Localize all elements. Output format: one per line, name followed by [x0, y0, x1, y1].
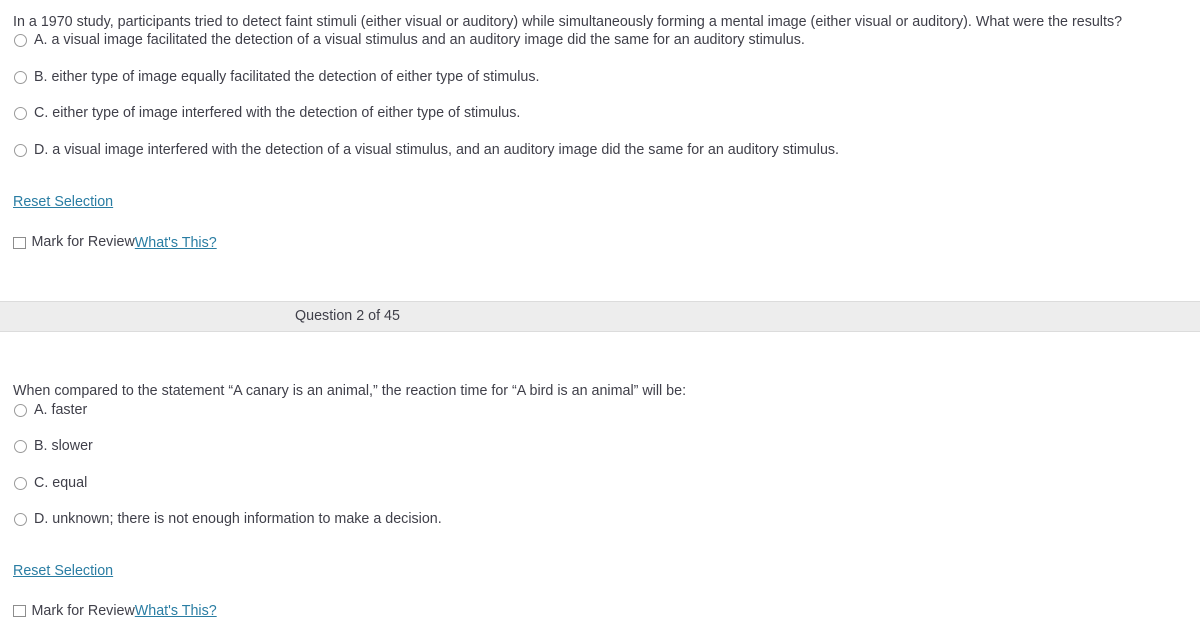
radio-option-a[interactable]	[14, 34, 27, 48]
reset-selection-row: Reset Selection	[0, 194, 1200, 210]
reset-selection-link[interactable]: Reset Selection	[13, 194, 113, 210]
option-row-d[interactable]: D. unknown; there is not enough informat…	[0, 510, 1200, 547]
question-block-2: When compared to the statement “A canary…	[0, 332, 1200, 619]
options-list: A. a visual image facilitated the detect…	[0, 31, 1200, 177]
options-list: A. faster B. slower C. equal D. unknown;…	[0, 401, 1200, 547]
option-row-d[interactable]: D. a visual image interfered with the de…	[0, 141, 1200, 178]
radio-option-a[interactable]	[14, 403, 27, 417]
mark-for-review-checkbox[interactable]	[13, 604, 26, 618]
option-label-d: D. unknown; there is not enough informat…	[34, 511, 442, 528]
option-label-a: A. a visual image facilitated the detect…	[34, 32, 805, 49]
reset-selection-link[interactable]: Reset Selection	[13, 563, 113, 579]
option-row-b[interactable]: B. either type of image equally facilita…	[0, 68, 1200, 105]
whats-this-link[interactable]: What's This?	[135, 603, 217, 619]
question-stem: When compared to the statement “A canary…	[13, 383, 687, 400]
mark-for-review-label: Mark for Review	[31, 602, 135, 619]
mark-for-review-label: Mark for Review	[31, 234, 135, 251]
option-row-c[interactable]: C. equal	[0, 474, 1200, 511]
radio-option-d[interactable]	[14, 143, 27, 157]
radio-option-c[interactable]	[14, 476, 27, 490]
option-label-a: A. faster	[34, 401, 88, 418]
question-counter: Question 2 of 45	[295, 308, 400, 325]
radio-option-b[interactable]	[14, 70, 27, 84]
whats-this-link[interactable]: What's This?	[135, 235, 217, 251]
option-label-c: C. equal	[34, 474, 88, 491]
question-stem: In a 1970 study, participants tried to d…	[13, 14, 1123, 30]
radio-option-d[interactable]	[14, 513, 27, 527]
option-row-c[interactable]: C. either type of image interfered with …	[0, 104, 1200, 141]
question-block-1: In a 1970 study, participants tried to d…	[0, 0, 1200, 251]
mark-for-review-checkbox[interactable]	[13, 236, 26, 250]
reset-selection-row: Reset Selection	[0, 563, 1200, 579]
option-row-a[interactable]: A. a visual image facilitated the detect…	[0, 31, 1200, 68]
option-label-c: C. either type of image interfered with …	[34, 105, 521, 122]
mark-for-review-row: Mark for Review What's This?	[0, 234, 1200, 251]
quiz-page: In a 1970 study, participants tried to d…	[0, 0, 1200, 620]
question-divider-bar: Question 2 of 45	[0, 301, 1200, 333]
option-row-b[interactable]: B. slower	[0, 437, 1200, 474]
radio-option-b[interactable]	[14, 440, 27, 454]
option-label-d: D. a visual image interfered with the de…	[34, 141, 840, 158]
option-label-b: B. slower	[34, 438, 93, 455]
mark-for-review-row: Mark for Review What's This?	[0, 603, 1200, 620]
option-label-b: B. either type of image equally facilita…	[34, 68, 540, 85]
radio-option-c[interactable]	[14, 107, 27, 121]
option-row-a[interactable]: A. faster	[0, 401, 1200, 438]
